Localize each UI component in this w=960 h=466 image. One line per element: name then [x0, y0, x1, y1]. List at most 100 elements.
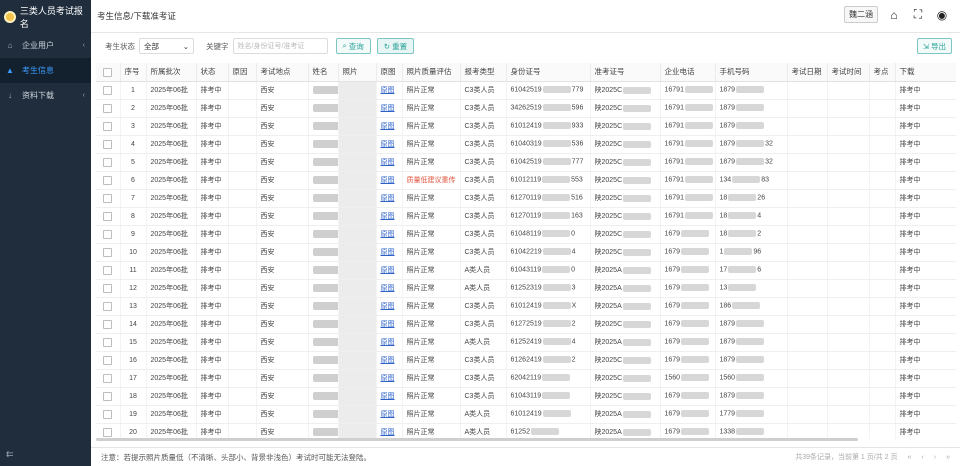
cell-original[interactable]: 原图 — [376, 297, 403, 316]
cell-download[interactable]: 排考中 — [895, 99, 956, 118]
row-select-cell[interactable] — [96, 207, 121, 226]
row-select-cell[interactable] — [96, 315, 121, 334]
table-row[interactable]: 13 2025年06批 排考中 西安 原图 照片正常 C3类人员 61012419 X 陕2025… — [96, 297, 956, 316]
row-checkbox[interactable] — [103, 139, 113, 149]
row-checkbox[interactable] — [103, 391, 113, 401]
cell-original[interactable]: 原图 — [376, 279, 403, 298]
cell-download[interactable]: 排考中 — [895, 189, 956, 208]
cell-original[interactable]: 原图 — [376, 243, 403, 262]
cell-original[interactable]: 原图 — [376, 261, 403, 280]
cell-original[interactable]: 原图 — [376, 81, 403, 100]
original-image-link[interactable]: 原图 — [381, 141, 395, 148]
user-button[interactable]: 魏二涵 — [844, 6, 878, 23]
cell-original[interactable]: 原图 — [376, 207, 403, 226]
cell-original[interactable]: 原图 — [376, 351, 403, 370]
cell-download[interactable]: 排考中 — [895, 225, 956, 244]
row-select-cell[interactable] — [96, 333, 121, 352]
select-all-checkbox[interactable] — [103, 67, 113, 77]
select-all-header[interactable] — [96, 63, 121, 82]
row-select-cell[interactable] — [96, 297, 121, 316]
table-row[interactable]: 8 2025年06批 排考中 西安 原图 照片正常 C3类人员 61270119 163 陕202… — [96, 207, 956, 226]
table-row[interactable]: 9 2025年06批 排考中 西安 原图 照片正常 C3类人员 61048119 0 陕2025C… — [96, 225, 956, 244]
cell-download[interactable]: 排考中 — [895, 351, 956, 370]
cell-download[interactable]: 排考中 — [895, 117, 956, 136]
row-checkbox[interactable] — [103, 247, 113, 257]
original-image-link[interactable]: 原图 — [381, 285, 395, 292]
horizontal-scrollbar[interactable] — [96, 438, 858, 441]
original-image-link[interactable]: 原图 — [381, 159, 395, 166]
table-row[interactable]: 2 2025年06批 排考中 西安 原图 照片正常 C3类人员 34262519 596 陕202… — [96, 99, 956, 118]
cell-original[interactable]: 原图 — [376, 189, 403, 208]
row-checkbox[interactable] — [103, 409, 113, 419]
row-select-cell[interactable] — [96, 117, 121, 136]
cell-original[interactable]: 原图 — [376, 153, 403, 172]
cell-original[interactable]: 原图 — [376, 135, 403, 154]
user-profile-icon[interactable]: ◉ — [934, 7, 950, 23]
row-checkbox[interactable] — [103, 157, 113, 167]
table-row[interactable]: 3 2025年06批 排考中 西安 原图 照片正常 C3类人员 61012419 933 陕202… — [96, 117, 956, 136]
cell-download[interactable]: 排考中 — [895, 81, 956, 100]
cell-download[interactable]: 排考中 — [895, 333, 956, 352]
row-select-cell[interactable] — [96, 135, 121, 154]
reset-button[interactable]: ↻ 重置 — [376, 38, 415, 54]
row-select-cell[interactable] — [96, 261, 121, 280]
row-checkbox[interactable] — [103, 283, 113, 293]
cell-original[interactable]: 原图 — [376, 117, 403, 136]
cell-download[interactable]: 排考中 — [895, 297, 956, 316]
row-checkbox[interactable] — [103, 175, 113, 185]
table-row[interactable]: 1 2025年06批 排考中 西安 原图 照片正常 C3类人员 61042519 779 陕202… — [96, 81, 956, 100]
row-select-cell[interactable] — [96, 81, 121, 100]
cell-download[interactable]: 排考中 — [895, 369, 956, 388]
fullscreen-icon[interactable]: ⛶ — [910, 7, 926, 23]
sidebar-item-downloads[interactable]: ↓ 资料下载 ‹ — [0, 83, 91, 108]
row-checkbox[interactable] — [103, 355, 113, 365]
table-row[interactable]: 5 2025年06批 排考中 西安 原图 照片正常 C3类人员 61042519 777 陕202… — [96, 153, 956, 172]
table-row[interactable]: 6 2025年06批 排考中 西安 原图 质量低建议重传 C3类人员 61012119 553 陕… — [96, 171, 956, 190]
sidebar-item-candidate-info[interactable]: ▲ 考生信息 — [0, 58, 91, 83]
row-checkbox[interactable] — [103, 85, 113, 95]
original-image-link[interactable]: 原图 — [381, 357, 395, 364]
keyword-input[interactable]: 姓名/身份证号/准考证 — [232, 38, 328, 54]
original-image-link[interactable]: 原图 — [381, 339, 395, 346]
original-image-link[interactable]: 原图 — [381, 321, 395, 328]
cell-download[interactable]: 排考中 — [895, 405, 956, 424]
original-image-link[interactable]: 原图 — [381, 249, 395, 256]
cell-download[interactable]: 排考中 — [895, 243, 956, 262]
cell-original[interactable]: 原图 — [376, 387, 403, 406]
original-image-link[interactable]: 原图 — [381, 267, 395, 274]
status-select[interactable]: 全部 ⌄ — [139, 38, 194, 54]
cell-original[interactable]: 原图 — [376, 225, 403, 244]
cell-original[interactable]: 原图 — [376, 171, 403, 190]
row-checkbox[interactable] — [103, 373, 113, 383]
row-checkbox[interactable] — [103, 103, 113, 113]
cell-original[interactable]: 原图 — [376, 369, 403, 388]
row-select-cell[interactable] — [96, 351, 121, 370]
cell-download[interactable]: 排考中 — [895, 207, 956, 226]
row-checkbox[interactable] — [103, 319, 113, 329]
row-checkbox[interactable] — [103, 337, 113, 347]
row-select-cell[interactable] — [96, 387, 121, 406]
original-image-link[interactable]: 原图 — [381, 105, 395, 112]
table-row[interactable]: 4 2025年06批 排考中 西安 原图 照片正常 C3类人员 61040319 536 陕202… — [96, 135, 956, 154]
original-image-link[interactable]: 原图 — [381, 195, 395, 202]
row-checkbox[interactable] — [103, 121, 113, 131]
cell-original[interactable]: 原图 — [376, 405, 403, 424]
last-page-button[interactable]: » — [946, 454, 950, 461]
table-row[interactable]: 18 2025年06批 排考中 西安 原图 照片正常 C3类人员 61043119 陕2025C… — [96, 387, 956, 406]
cell-download[interactable]: 排考中 — [895, 153, 956, 172]
row-checkbox[interactable] — [103, 211, 113, 221]
cell-download[interactable]: 排考中 — [895, 315, 956, 334]
original-image-link[interactable]: 原图 — [381, 213, 395, 220]
original-image-link[interactable]: 原图 — [381, 411, 395, 418]
table-row[interactable]: 12 2025年06批 排考中 西安 原图 照片正常 A类人员 61252319 3 陕2025A… — [96, 279, 956, 298]
query-button[interactable]: ⌕ 查询 — [335, 38, 371, 54]
row-select-cell[interactable] — [96, 369, 121, 388]
first-page-button[interactable]: « — [908, 454, 912, 461]
row-select-cell[interactable] — [96, 171, 121, 190]
cell-original[interactable]: 原图 — [376, 315, 403, 334]
original-image-link[interactable]: 原图 — [381, 393, 395, 400]
cell-download[interactable]: 排考中 — [895, 279, 956, 298]
row-checkbox[interactable] — [103, 301, 113, 311]
table-row[interactable]: 15 2025年06批 排考中 西安 原图 照片正常 A类人员 61252419 4 陕2025A… — [96, 333, 956, 352]
cell-original[interactable]: 原图 — [376, 423, 403, 439]
